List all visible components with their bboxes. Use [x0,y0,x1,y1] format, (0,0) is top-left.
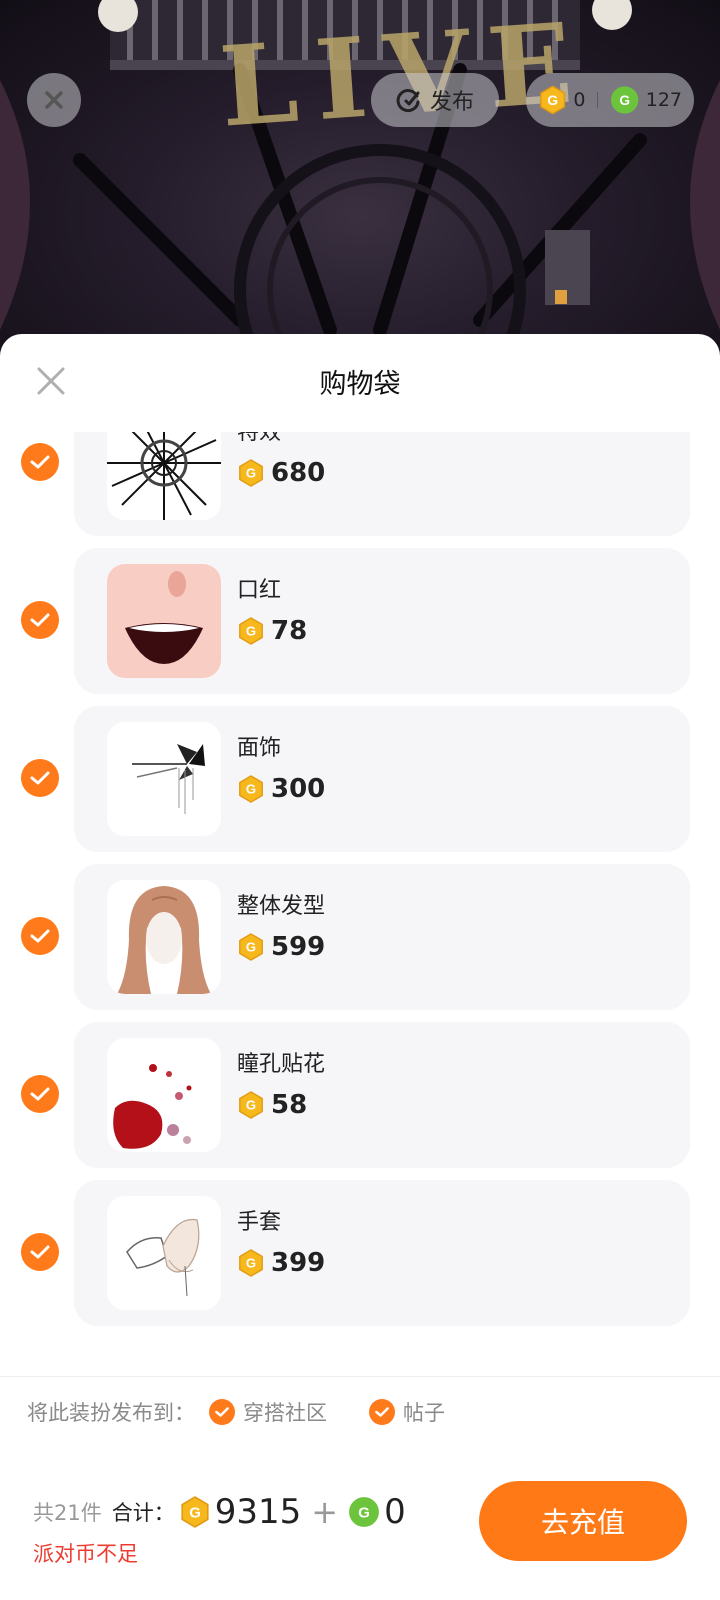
list-item[interactable]: 特效 G 680 [0,432,720,536]
svg-text:G: G [246,782,256,797]
total-summary: 共21件 合计： G 9315 + G 0 [33,1492,406,1532]
gold-coin-icon: G [239,775,263,803]
lips-icon [107,564,221,678]
gold-total: 9315 [214,1492,302,1532]
green-total: 0 [384,1492,406,1532]
item-name: 面饰 [237,736,282,761]
share-option-label: 穿搭社区 [243,1401,327,1425]
item-checkbox[interactable] [21,443,59,481]
svg-text:G: G [246,1098,256,1113]
item-price-value: 599 [271,932,326,962]
item-name: 口红 [237,578,282,603]
butterfly-face-icon [107,722,221,836]
check-icon [30,1087,50,1101]
list-item[interactable]: 口红 G 78 [0,548,720,694]
check-icon [30,1245,50,1259]
list-item[interactable]: 手套 G 399 [0,1180,720,1326]
svg-text:G: G [547,93,558,108]
gold-coin-icon: G [239,617,263,645]
check-icon [369,1399,395,1425]
item-price: G 78 [237,616,307,646]
currency-balance[interactable]: G 0 G 127 [526,73,694,127]
publish-button[interactable]: 发布 [371,73,499,127]
plus-sign: + [311,1493,339,1531]
hairstyle-icon [107,880,221,994]
item-card[interactable]: 手套 G 399 [74,1180,690,1326]
item-price-value: 78 [271,616,308,646]
share-label: 将此装扮发布到： [27,1401,195,1425]
sheet-header: 购物袋 [0,334,720,424]
publish-label: 发布 [429,90,474,115]
background-scene: LIVE [0,0,720,360]
item-price: G 300 [237,774,325,804]
gold-coin-icon: G [239,459,263,487]
item-price-value: 300 [271,774,326,804]
close-scene-button[interactable] [27,73,81,127]
svg-text:G: G [358,1504,370,1521]
gold-balance: 0 [573,89,586,111]
item-card[interactable]: 面饰 G 300 [74,706,690,852]
close-icon [45,91,63,109]
item-checkbox[interactable] [21,1233,59,1271]
recharge-button[interactable]: 去充值 [479,1481,687,1561]
item-checkbox[interactable] [21,917,59,955]
svg-text:G: G [246,940,256,955]
green-balance: 127 [645,89,682,111]
glove-icon [107,1196,221,1310]
svg-text:G: G [620,93,631,108]
check-icon [30,455,50,469]
total-label: 合计： [111,1501,175,1525]
item-price: G 399 [237,1248,325,1278]
item-name: 整体发型 [237,894,326,919]
gold-coin-icon: G [239,1091,263,1119]
item-price-value: 680 [271,458,326,488]
item-price-value: 399 [271,1248,326,1278]
gold-coin-icon: G [181,1496,209,1528]
item-card[interactable]: 口红 G 78 [74,548,690,694]
item-name: 特效 [237,432,282,445]
item-count: 共21件 [33,1501,102,1525]
svg-text:G: G [246,624,256,639]
divider [597,92,599,108]
share-option-post[interactable]: 帖子 [369,1397,445,1427]
list-item[interactable]: 面饰 G 300 [0,706,720,852]
insufficient-warning: 派对币不足 [33,1542,138,1566]
list-item[interactable]: 瞳孔贴花 G 58 [0,1022,720,1168]
item-name: 瞳孔贴花 [237,1052,326,1077]
item-checkbox[interactable] [21,1075,59,1113]
green-coin-icon: G [349,1497,380,1527]
gold-coin-icon: G [239,933,263,961]
item-name: 手套 [237,1210,282,1235]
effect-burst-icon [107,432,221,520]
svg-text:G: G [246,1256,256,1271]
item-price: G 680 [237,458,325,488]
check-icon [209,1399,235,1425]
item-checkbox[interactable] [21,759,59,797]
check-icon [30,613,50,627]
item-card[interactable]: 整体发型 G 599 [74,864,690,1010]
gold-coin-icon: G [540,85,566,115]
item-price: G 58 [237,1090,307,1120]
item-checkbox[interactable] [21,601,59,639]
share-options: 将此装扮发布到： 穿搭社区 帖子 [0,1376,720,1448]
svg-text:G: G [189,1504,201,1521]
check-icon [30,771,50,785]
share-option-label: 帖子 [403,1401,445,1425]
list-item[interactable]: 整体发型 G 599 [0,864,720,1010]
gold-coin-icon: G [239,1249,263,1277]
item-list[interactable]: 特效 G 680 口红 G 78 面饰 G 300 整体发型 G 599 瞳孔贴… [0,432,720,1362]
item-card[interactable]: 特效 G 680 [74,432,690,536]
publish-icon [396,89,420,112]
share-option-community[interactable]: 穿搭社区 [209,1397,327,1427]
item-card[interactable]: 瞳孔贴花 G 58 [74,1022,690,1168]
green-coin-icon: G [611,86,639,114]
svg-text:G: G [246,466,256,481]
item-price: G 599 [237,932,325,962]
check-icon [30,929,50,943]
sheet-title: 购物袋 [319,369,401,400]
item-price-value: 58 [271,1090,308,1120]
pupil-sticker-icon [107,1038,221,1152]
checkout-bar: 共21件 合计： G 9315 + G 0 派对币不足 去充值 [0,1446,720,1600]
